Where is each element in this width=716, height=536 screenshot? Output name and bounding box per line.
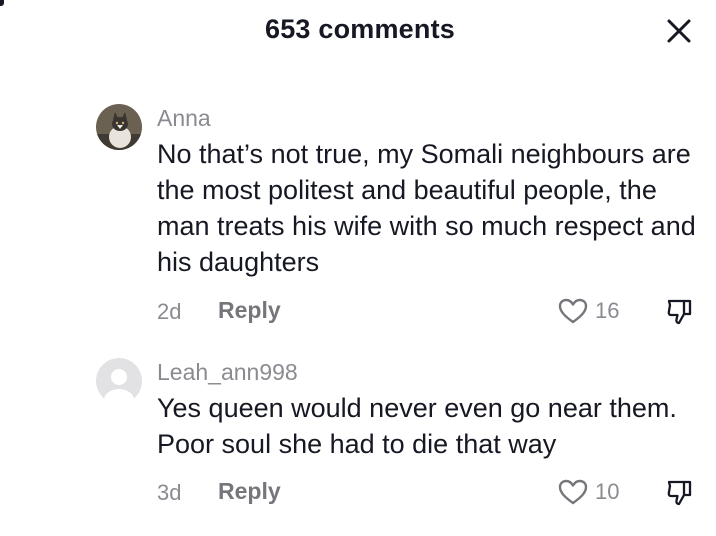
reply-button[interactable]: Reply [218,297,281,324]
close-button[interactable] [662,14,696,48]
avatar[interactable] [96,358,142,404]
avatar[interactable] [96,104,142,150]
thumbs-down-icon [667,299,692,325]
edge-fragment [0,0,4,6]
like-count: 16 [595,298,620,323]
close-icon [667,19,691,43]
comment-username[interactable]: Anna [157,104,211,132]
comment-meta-row: 3d Reply 10 [157,478,697,508]
comment-meta-row: 2d Reply 16 [157,297,697,327]
comment-text: No that’s not true, my Somali neighbours… [157,139,696,277]
comment-text: Yes queen would never even go near them.… [157,393,677,459]
comment-date: 3d [157,480,182,505]
comment-username[interactable]: Leah_ann998 [157,358,298,386]
dislike-button[interactable] [665,478,695,514]
cat-photo-avatar-icon [96,104,142,150]
default-user-avatar-icon [96,358,142,404]
comments-count-title: 653 comments [265,14,455,44]
dislike-button[interactable] [665,297,695,333]
comment-date: 2d [157,299,182,324]
like-count: 10 [595,479,620,504]
thumbs-down-icon [667,480,692,506]
reply-button[interactable]: Reply [218,478,281,505]
heart-icon [558,298,588,324]
heart-icon [558,479,588,505]
